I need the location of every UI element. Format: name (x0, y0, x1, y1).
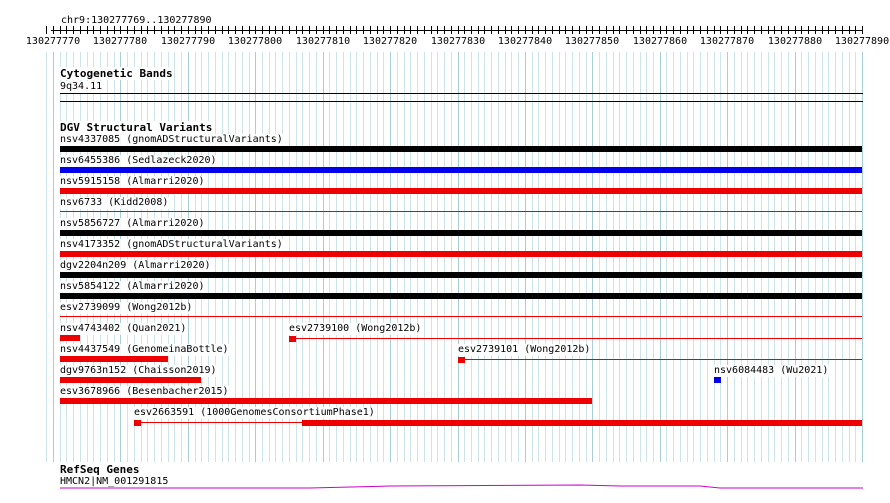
dgv-feature-bar[interactable] (60, 377, 201, 383)
dgv-feature-connector[interactable] (296, 338, 862, 339)
dgv-feature-bar[interactable] (302, 420, 862, 426)
dgv-feature-bar[interactable] (289, 336, 296, 342)
dgv-feature-label[interactable]: nsv4437549 (GenomeinaBottle) (59, 344, 230, 356)
dgv-feature-bar[interactable] (60, 188, 862, 194)
dgv-feature-bar[interactable] (60, 167, 862, 173)
dgv-feature-label[interactable]: nsv5856727 (Almarri2020) (59, 218, 206, 230)
dgv-feature-label[interactable]: nsv4743402 (Quan2021) (59, 323, 188, 335)
ruler-tick-label: 130277860 (633, 36, 687, 47)
dgv-feature-bar[interactable] (60, 146, 862, 152)
dgv-feature-connector[interactable] (465, 359, 862, 360)
dgv-feature-label[interactable]: nsv6733 (Kidd2008) (59, 197, 170, 209)
dgv-feature-label[interactable]: esv2739099 (Wong2012b) (59, 302, 194, 314)
dgv-feature-bar[interactable] (60, 293, 862, 299)
ruler-tick-label: 130277790 (161, 36, 215, 47)
dgv-feature-label[interactable]: dgv2204n209 (Almarri2020) (59, 260, 212, 272)
dgv-feature-bar[interactable] (60, 335, 80, 341)
ruler-tick-label: 130277800 (228, 36, 282, 47)
coordinate-ruler[interactable]: 130277770 130277780 130277790 130277800 1302… (0, 0, 890, 55)
cytoband-label[interactable]: 9q34.11 (59, 81, 104, 93)
ruler-tick-label: 130277770 (26, 36, 80, 47)
dgv-feature-bar[interactable] (60, 316, 862, 317)
dgv-feature-label[interactable]: esv2739100 (Wong2012b) (288, 323, 423, 335)
dgv-feature-bar[interactable] (714, 377, 721, 383)
dgv-feature-bar[interactable] (60, 251, 862, 257)
refseq-gene-path (60, 484, 863, 489)
ruler-tick-label: 130277870 (700, 36, 754, 47)
ruler-tick-label: 130277840 (498, 36, 552, 47)
dgv-feature-label[interactable]: nsv6084483 (Wu2021) (713, 365, 830, 377)
ruler-tick-label: 130277820 (363, 36, 417, 47)
ruler-tick-label: 130277880 (768, 36, 822, 47)
cytoband-line[interactable] (60, 93, 863, 94)
genome-browser: chr9:130277769..130277890 130277770 13027… (0, 0, 890, 503)
dgv-track-title[interactable]: DGV Structural Variants (59, 121, 214, 134)
dgv-feature-bar[interactable] (60, 211, 862, 212)
dgv-feature-label[interactable]: esv3678966 (Besenbacher2015) (59, 386, 230, 398)
dgv-feature-bar[interactable] (60, 230, 862, 236)
ruler-tick-label: 130277830 (431, 36, 485, 47)
dgv-feature-bar[interactable] (60, 272, 862, 278)
dgv-feature-bar[interactable] (134, 420, 141, 426)
dgv-feature-label[interactable]: dgv9763n152 (Chaisson2019) (59, 365, 218, 377)
dgv-feature-label[interactable]: nsv5915158 (Almarri2020) (59, 176, 206, 188)
dgv-feature-bar[interactable] (60, 356, 168, 362)
dgv-feature-label[interactable]: nsv6455386 (Sedlazeck2020) (59, 155, 218, 167)
dgv-feature-label[interactable]: esv2739101 (Wong2012b) (457, 344, 592, 356)
refseq-track-title[interactable]: RefSeq Genes (59, 463, 141, 476)
dgv-feature-bar[interactable] (458, 357, 465, 363)
dgv-feature-label[interactable]: nsv4337085 (gnomADStructuralVariants) (59, 134, 284, 146)
refseq-gene-model[interactable] (60, 483, 863, 491)
cytogenetic-track-title[interactable]: Cytogenetic Bands (59, 67, 174, 80)
ruler-tick-label: 130277850 (565, 36, 619, 47)
dgv-feature-label[interactable]: esv2663591 (1000GenomesConsortiumPhase1) (133, 407, 376, 419)
cytoband-line-lower (60, 101, 863, 102)
dgv-feature-label[interactable]: nsv5854122 (Almarri2020) (59, 281, 206, 293)
ruler-tick-label: 130277780 (93, 36, 147, 47)
dgv-feature-bar[interactable] (60, 398, 592, 404)
dgv-feature-label[interactable]: nsv4173352 (gnomADStructuralVariants) (59, 239, 284, 251)
ruler-tick-label: 130277810 (296, 36, 350, 47)
ruler-tick-label: 130277890 (835, 36, 889, 47)
